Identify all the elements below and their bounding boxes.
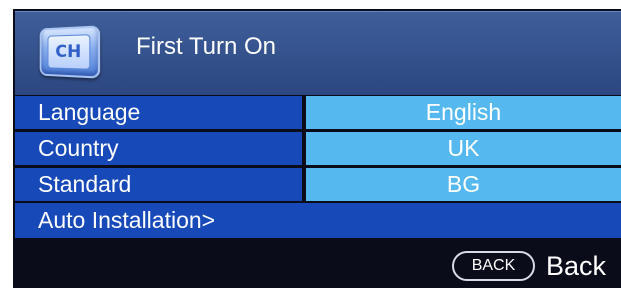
back-label[interactable]: Back xyxy=(546,249,606,283)
menu-row-language[interactable]: Language English xyxy=(15,96,621,129)
header-bar: CH First Turn On xyxy=(15,11,621,95)
ch-icon: CH xyxy=(39,25,101,79)
page-title: First Turn On xyxy=(136,33,277,60)
standard-value[interactable]: BG xyxy=(306,168,621,201)
language-value[interactable]: English xyxy=(306,96,621,129)
standard-label[interactable]: Standard xyxy=(15,168,302,201)
menu-row-country[interactable]: Country UK xyxy=(15,132,621,165)
first-turn-on-screen: CH First Turn On Language English Countr… xyxy=(13,9,621,288)
back-key-icon[interactable]: BACK xyxy=(452,251,535,281)
auto-installation-item[interactable]: Auto Installation> xyxy=(15,203,621,238)
ch-icon-label: CH xyxy=(47,34,91,70)
footer-bar: BACK Back xyxy=(13,247,621,288)
country-label[interactable]: Country xyxy=(15,132,302,165)
language-label[interactable]: Language xyxy=(15,96,302,129)
country-value[interactable]: UK xyxy=(306,132,621,165)
menu-row-standard[interactable]: Standard BG xyxy=(15,168,621,201)
